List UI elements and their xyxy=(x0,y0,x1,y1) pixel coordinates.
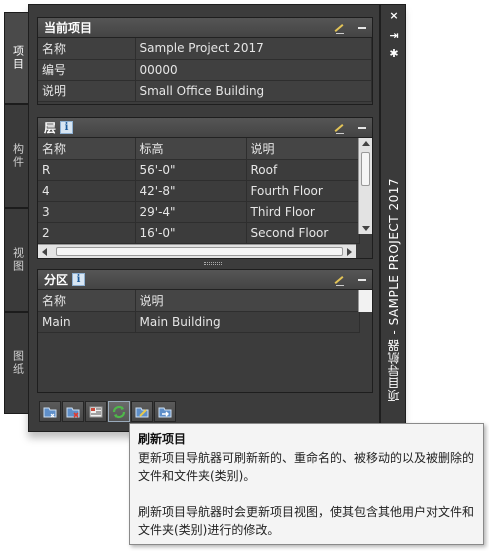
table-header-row: 名称 说明 xyxy=(38,290,360,312)
details-button[interactable] xyxy=(85,401,107,422)
table-row[interactable]: 3 29'-4" Third Floor xyxy=(38,201,360,223)
tab-constructs-label: 构件 xyxy=(11,143,25,169)
level-name: 3 xyxy=(38,201,136,223)
autohide-icon[interactable]: ⇥ xyxy=(388,29,400,41)
tab-views-label: 视图 xyxy=(11,247,25,273)
current-project-table: 名称 Sample Project 2017 编号 00000 说明 Small… xyxy=(38,38,372,102)
division-name: Main xyxy=(38,311,136,333)
scroll-down-icon[interactable] xyxy=(362,226,370,231)
tooltip-description: 更新项目导航器可刷新新的、重命名的、被移动的以及被删除的文件和文件夹(类别)。 xyxy=(138,451,475,483)
refresh-button[interactable] xyxy=(108,401,130,422)
scroll-thumb[interactable] xyxy=(56,247,343,256)
level-name: 2 xyxy=(38,222,136,244)
level-name: 4 xyxy=(38,180,136,202)
info-icon[interactable]: i xyxy=(60,121,74,134)
delete-button[interactable] xyxy=(62,401,84,422)
move-icon xyxy=(158,407,172,417)
levels-table: 名称 标高 说明 R 56'-0" Roof 4 42'-8" Fourth F… xyxy=(38,138,360,244)
levels-horizontal-scrollbar[interactable] xyxy=(38,244,356,258)
divisions-scroll-corner xyxy=(358,290,372,312)
levels-section: 层 i 名称 标高 说明 R 56'-0" Roof 4 42'-8" Four… xyxy=(37,117,373,259)
splitter-handle[interactable] xyxy=(204,262,222,265)
table-row[interactable]: R 56'-0" Roof xyxy=(38,159,360,181)
scroll-thumb[interactable] xyxy=(361,152,370,186)
tab-project-label: 项目 xyxy=(11,45,25,71)
tooltip-title: 刷新项目 xyxy=(138,432,187,446)
divisions-title: 分区 xyxy=(44,273,69,287)
current-project-title: 当前项目 xyxy=(44,21,93,35)
divisions-table: 名称 说明 Main Main Building xyxy=(38,290,360,333)
tab-constructs[interactable]: 构件 xyxy=(4,104,30,208)
prop-key: 编号 xyxy=(38,59,136,81)
palette-title-bar[interactable]: × ⇥ ✱ 项目导航器 - SAMPLE PROJECT 2017 xyxy=(380,4,406,432)
table-header-row: 名称 标高 说明 xyxy=(38,138,360,160)
edit-icon[interactable] xyxy=(334,22,348,34)
collapse-icon[interactable] xyxy=(358,278,366,281)
levels-vertical-scrollbar[interactable] xyxy=(358,138,372,234)
levels-header: 层 i xyxy=(38,118,372,138)
new-folder-button[interactable] xyxy=(39,401,61,422)
collapse-icon[interactable] xyxy=(358,126,366,129)
scroll-left-icon[interactable] xyxy=(42,248,47,256)
prop-value[interactable]: Sample Project 2017 xyxy=(135,38,372,60)
info-icon[interactable]: i xyxy=(72,273,86,286)
scroll-right-icon[interactable] xyxy=(347,248,352,256)
divisions-section: 分区 i 名称 说明 Main Main Building xyxy=(37,269,373,393)
current-project-header: 当前项目 xyxy=(38,18,372,38)
level-description: Second Floor xyxy=(246,222,360,244)
rename-icon xyxy=(135,407,149,417)
column-header[interactable]: 说明 xyxy=(246,138,360,160)
level-description: Roof xyxy=(246,159,360,181)
bottom-toolbar xyxy=(37,401,181,423)
column-header[interactable]: 名称 xyxy=(38,138,136,160)
division-description: Main Building xyxy=(135,311,360,333)
tab-views[interactable]: 视图 xyxy=(4,208,30,312)
table-row[interactable]: 说明 Small Office Building xyxy=(38,80,372,102)
prop-value[interactable]: Small Office Building xyxy=(135,80,372,102)
current-project-section: 当前项目 名称 Sample Project 2017 编号 00000 说明 … xyxy=(37,17,373,105)
table-row[interactable]: 2 16'-0" Second Floor xyxy=(38,222,360,244)
settings-icon[interactable]: ✱ xyxy=(388,47,400,59)
move-button[interactable] xyxy=(154,401,176,422)
level-description: Third Floor xyxy=(246,201,360,223)
level-elevation: 42'-8" xyxy=(135,180,247,202)
level-elevation: 56'-0" xyxy=(135,159,247,181)
delete-icon xyxy=(66,407,80,418)
refresh-tooltip: 刷新项目 更新项目导航器可刷新新的、重命名的、被移动的以及被删除的文件和文件夹(… xyxy=(129,423,484,545)
level-name: R xyxy=(38,159,136,181)
column-header[interactable]: 说明 xyxy=(135,290,360,312)
table-row[interactable]: Main Main Building xyxy=(38,311,360,333)
close-icon[interactable]: × xyxy=(388,9,400,21)
table-row[interactable]: 4 42'-8" Fourth Floor xyxy=(38,180,360,202)
tab-sheets[interactable]: 图纸 xyxy=(4,312,30,414)
level-elevation: 29'-4" xyxy=(135,201,247,223)
level-elevation: 16'-0" xyxy=(135,222,247,244)
levels-title: 层 xyxy=(44,121,57,135)
project-navigator-palette: 项目 构件 视图 图纸 当前项目 名称 Sample Project 2017 … xyxy=(0,0,408,440)
tab-project[interactable]: 项目 xyxy=(4,12,30,104)
edit-icon[interactable] xyxy=(334,274,348,286)
project-panel: 当前项目 名称 Sample Project 2017 编号 00000 说明 … xyxy=(28,4,380,432)
edit-icon[interactable] xyxy=(334,122,348,134)
collapse-icon[interactable] xyxy=(358,26,366,29)
table-row[interactable]: 名称 Sample Project 2017 xyxy=(38,38,372,60)
palette-title: 项目导航器 - SAMPLE PROJECT 2017 xyxy=(387,177,401,401)
tab-sheets-label: 图纸 xyxy=(11,350,25,376)
level-description: Fourth Floor xyxy=(246,180,360,202)
refresh-icon xyxy=(112,405,126,418)
prop-key: 说明 xyxy=(38,80,136,102)
tooltip-detail: 刷新项目导航器时会更新项目视图，使其包含其他用户对文件和文件夹(类别)进行的修改… xyxy=(138,505,475,537)
details-icon xyxy=(89,406,103,417)
rename-button[interactable] xyxy=(131,401,153,422)
new-folder-icon xyxy=(43,407,57,417)
divisions-header: 分区 i xyxy=(38,270,372,290)
prop-key: 名称 xyxy=(38,38,136,60)
prop-value[interactable]: 00000 xyxy=(135,59,372,81)
column-header[interactable]: 名称 xyxy=(38,290,136,312)
column-header[interactable]: 标高 xyxy=(135,138,247,160)
scroll-up-icon[interactable] xyxy=(362,141,370,146)
table-row[interactable]: 编号 00000 xyxy=(38,59,372,81)
